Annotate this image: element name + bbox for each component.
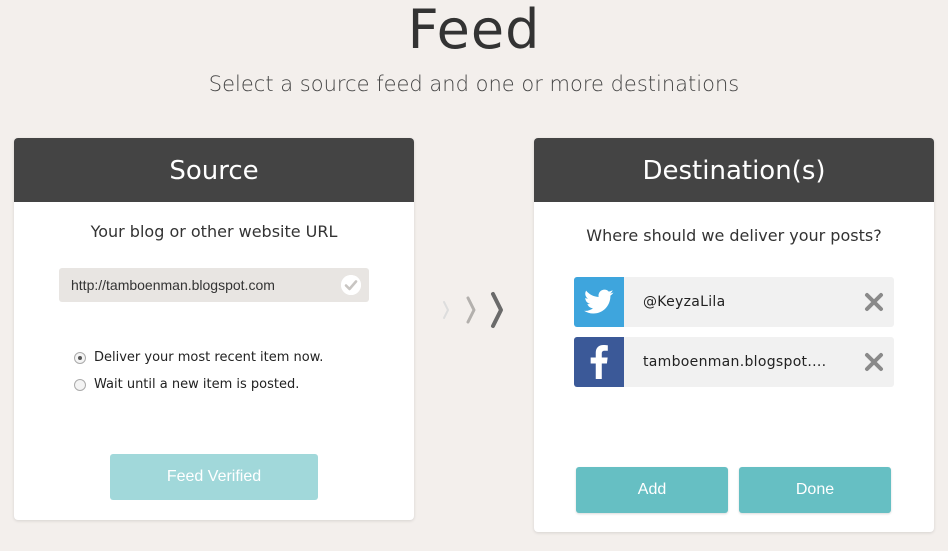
destination-item-facebook: tamboenman.blogspot....: [574, 337, 894, 387]
option-wait-new[interactable]: Wait until a new item is posted.: [74, 377, 299, 392]
remove-twitter-icon[interactable]: [864, 292, 884, 312]
option-deliver-now-label: Deliver your most recent item now.: [94, 350, 324, 365]
facebook-icon: [574, 337, 624, 387]
facebook-account-name: tamboenman.blogspot....: [643, 354, 827, 370]
check-circle-icon: [341, 275, 361, 295]
destination-prompt: Where should we deliver your posts?: [586, 226, 882, 245]
url-input[interactable]: http://tamboenman.blogspot.com: [59, 268, 369, 302]
remove-facebook-icon[interactable]: [864, 352, 884, 372]
source-header: Source: [14, 138, 414, 202]
feed-verified-button[interactable]: Feed Verified: [110, 454, 318, 500]
option-wait-new-label: Wait until a new item is posted.: [94, 377, 300, 392]
destination-header: Destination(s): [534, 138, 934, 202]
source-card: Source Your blog or other website URL ht…: [14, 138, 414, 520]
page-subtitle: Select a source feed and one or more des…: [208, 72, 740, 96]
destination-card: Destination(s) Where should we deliver y…: [534, 138, 934, 532]
add-button[interactable]: Add: [576, 467, 728, 513]
twitter-icon: [574, 277, 624, 327]
destination-item-twitter: @KeyzaLila: [574, 277, 894, 327]
radio-wait-new[interactable]: [74, 378, 86, 391]
done-button[interactable]: Done: [739, 467, 891, 513]
page-title: Feed: [407, 0, 541, 61]
chevron-right-icon: [438, 290, 510, 332]
radio-deliver-now[interactable]: [74, 351, 86, 364]
url-label: Your blog or other website URL: [90, 222, 338, 241]
twitter-account-name: @KeyzaLila: [643, 294, 726, 310]
url-value: http://tamboenman.blogspot.com: [71, 277, 275, 293]
option-deliver-now[interactable]: Deliver your most recent item now.: [74, 350, 323, 365]
